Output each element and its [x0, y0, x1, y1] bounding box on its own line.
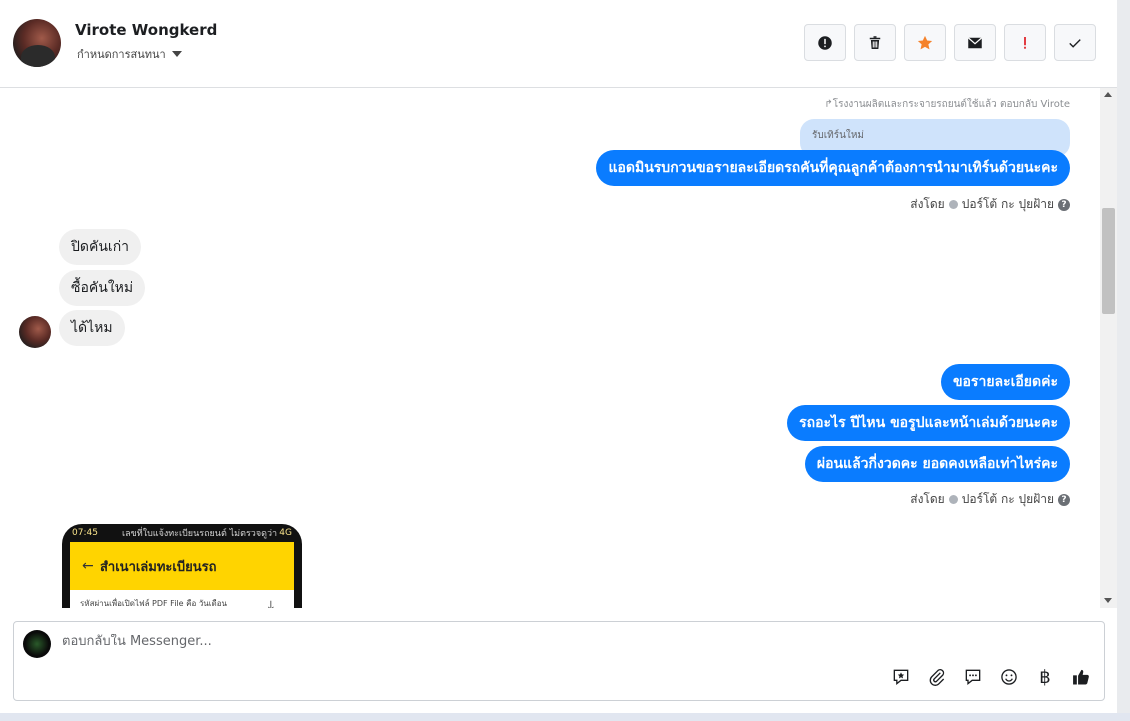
incoming-message[interactable]: ปิดคันเก่า — [59, 229, 142, 265]
contact-name[interactable]: Virote Wongkerd — [75, 21, 217, 39]
window-edge — [1117, 0, 1130, 721]
message-composer: ฿ — [13, 621, 1105, 701]
exclamation-icon — [1024, 36, 1026, 49]
emoji-icon — [1001, 669, 1017, 685]
report-button[interactable] — [804, 24, 846, 61]
mark-unread-button[interactable] — [954, 24, 996, 61]
contact-avatar-small[interactable] — [19, 316, 51, 348]
saved-replies-button[interactable] — [962, 666, 984, 688]
sticker-button[interactable] — [890, 666, 912, 688]
composer-toolbar: ฿ — [890, 666, 1092, 688]
sticker-icon — [893, 669, 909, 686]
sent-by-label: ส่งโดย — [910, 197, 945, 211]
message-thread: ↱โรงงานผลิตและกระจายรถยนต์ใช้แล้ว ตอบกลั… — [0, 88, 1100, 608]
outgoing-message[interactable]: แอดมินรบกวนขอรายละเอียดรถคันที่คุณลูกค้า… — [596, 150, 1070, 186]
mark-done-button[interactable] — [1054, 24, 1096, 61]
conversation-header: Virote Wongkerd กำหนดการสนทนา — [0, 0, 1117, 88]
caret-down-icon — [171, 51, 182, 57]
saved-reply-icon — [965, 669, 981, 686]
incoming-message[interactable]: ได้ไหม — [59, 310, 125, 346]
checkmark-icon — [1069, 38, 1081, 48]
reply-context-note: ↱โรงงานผลิตและกระจายรถยนต์ใช้แล้ว ตอบกลั… — [824, 99, 1070, 110]
verified-dot-icon — [948, 200, 958, 209]
star-icon — [917, 35, 933, 49]
payment-button[interactable]: ฿ — [1034, 666, 1056, 688]
phone-screen-title: สำเนาเล่มทะเบียนรถ — [100, 560, 217, 575]
scroll-up-arrow-icon[interactable] — [1104, 92, 1112, 97]
contact-avatar[interactable] — [13, 19, 61, 67]
alert-icon — [818, 35, 832, 50]
star-button[interactable] — [904, 24, 946, 61]
phone-app-bar: ← สำเนาเล่มทะเบียนรถ — [70, 542, 294, 590]
action-toolbar — [804, 24, 1096, 61]
mark-important-button[interactable] — [1004, 24, 1046, 61]
baht-icon: ฿ — [1039, 666, 1051, 688]
phone-screen-body: รหัสผ่านเพื่อเปิดไฟล์ PDF File คือ วันเด… — [70, 590, 294, 608]
phone-notification-text: เลขที่ใบแจ้งทะเบียนรถยนต์ ไม่ตรวจดูว่า — [122, 529, 278, 539]
messenger-window: Virote Wongkerd กำหนดการสนทนา ↱โรงงานผลิ… — [0, 0, 1117, 713]
phone-time: 07:45 — [72, 528, 98, 538]
download-icon: ⤓ — [267, 598, 274, 608]
window-bottom-edge — [0, 713, 1130, 721]
reply-input[interactable] — [62, 634, 862, 649]
scroll-down-arrow-icon[interactable] — [1104, 598, 1112, 603]
conversation-settings-label: กำหนดการสนทนา — [77, 48, 166, 61]
outgoing-message[interactable]: รถอะไร ปีไหน ขอรูปและหน้าเล่มด้วยนะคะ — [787, 405, 1070, 441]
sent-by-line: ส่งโดย ปอร์โต้ กะ ปุยฝ้าย ? — [910, 195, 1070, 214]
verified-dot-icon — [948, 495, 958, 504]
phone-screen-text: รหัสผ่านเพื่อเปิดไฟล์ PDF File คือ วันเด… — [80, 599, 227, 608]
thread-scrollbar[interactable] — [1100, 88, 1117, 608]
like-icon — [1073, 669, 1089, 685]
outgoing-message[interactable]: ผ่อนแล้วกี่งวดคะ ยอดคงเหลือเท่าไหร่คะ — [804, 446, 1070, 482]
emoji-button[interactable] — [998, 666, 1020, 688]
sent-by-line: ส่งโดย ปอร์โต้ กะ ปุยฝ้าย ? — [910, 490, 1070, 509]
help-icon[interactable]: ? — [1058, 493, 1070, 506]
trash-icon — [869, 35, 881, 49]
back-arrow-icon: ← — [82, 558, 94, 574]
page-avatar — [23, 630, 51, 658]
sender-name: ปอร์โต้ กะ ปุยฝ้าย — [961, 197, 1054, 211]
sender-name: ปอร์โต้ กะ ปุยฝ้าย — [961, 492, 1054, 506]
like-button[interactable] — [1070, 666, 1092, 688]
help-icon[interactable]: ? — [1058, 198, 1070, 211]
phone-signal: 4G — [279, 528, 292, 538]
delete-button[interactable] — [854, 24, 896, 61]
image-attachment[interactable]: 07:45 4G ← สำเนาเล่มทะเบียนรถ เลขที่ใบแจ… — [62, 524, 302, 608]
scroll-thumb[interactable] — [1102, 208, 1115, 314]
sent-by-label: ส่งโดย — [910, 492, 945, 506]
attachment-icon — [929, 669, 945, 686]
outgoing-message[interactable]: ขอรายละเอียดค่ะ — [940, 364, 1070, 400]
conversation-settings-dropdown[interactable]: กำหนดการสนทนา — [77, 45, 182, 63]
attach-file-button[interactable] — [926, 666, 948, 688]
envelope-icon — [967, 36, 983, 48]
incoming-message[interactable]: ซื้อคันใหม่ — [59, 270, 146, 306]
